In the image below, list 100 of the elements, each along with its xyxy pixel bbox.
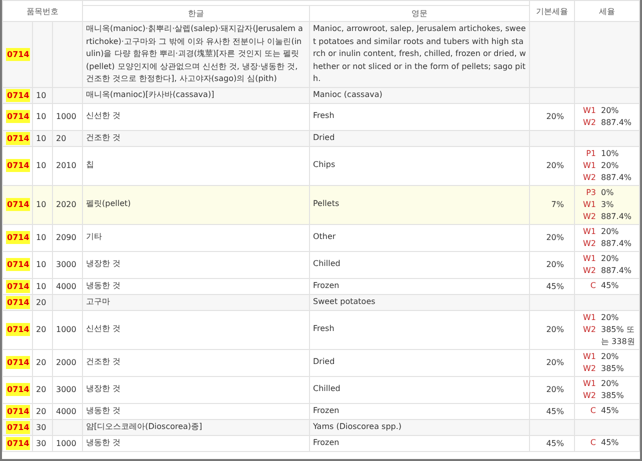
- korean-description: 냉동한 것: [86, 404, 122, 417]
- table-cell: 2010: [56, 161, 76, 170]
- english-description: Frozen: [313, 404, 340, 417]
- base-rate: 20%: [546, 233, 564, 242]
- rate-value: 20%: [601, 104, 619, 116]
- rate-code: W2: [582, 238, 596, 250]
- rate-code: C: [589, 437, 596, 449]
- rate-value: 0%: [601, 186, 614, 198]
- korean-description: 냉장한 것: [86, 383, 122, 396]
- rate-value: 20%: [601, 312, 619, 324]
- english-description: Chilled: [313, 258, 342, 270]
- table-cell: 4000: [56, 406, 76, 416]
- english-description: Sweet potatoes: [313, 296, 376, 308]
- heading-code: 0714: [6, 132, 30, 144]
- heading-code: 0714: [6, 198, 30, 211]
- rate-code: W2: [582, 390, 596, 402]
- table-cell: 10: [36, 134, 46, 142]
- column-header: 영문: [310, 6, 530, 22]
- base-rate: 45%: [546, 438, 564, 448]
- base-rate: 20%: [546, 260, 564, 269]
- table-cell: 1000: [56, 112, 76, 121]
- rate-code: W2: [582, 210, 596, 222]
- korean-description: 신선한 것: [86, 110, 122, 122]
- column-header: 품목번호: [2, 0, 82, 22]
- heading-code: 0714: [6, 356, 30, 369]
- rate-code: W1: [582, 160, 596, 172]
- korean-description: 건조한 것: [86, 356, 122, 368]
- korean-description: 칩: [86, 159, 95, 172]
- heading-code: 0714: [6, 296, 30, 308]
- rate-code: W2: [582, 362, 596, 374]
- rate-code: W2: [582, 324, 596, 336]
- rate-value: 45%: [601, 405, 619, 417]
- rate-code: C: [589, 405, 596, 417]
- rate-value: 887.4%: [601, 264, 632, 276]
- column-header: 기본세율: [530, 0, 574, 22]
- heading-code: 0714: [6, 159, 30, 172]
- base-rate: 20%: [546, 358, 564, 367]
- english-description: Other: [313, 231, 337, 244]
- base-rate: 20%: [546, 161, 564, 170]
- korean-description: 신선한 것: [86, 323, 122, 336]
- korean-description: 펠릿(pellet): [86, 198, 132, 210]
- table-cell: 10: [36, 282, 46, 290]
- rate-code: P1: [585, 148, 596, 160]
- rate-value: 887.4%: [601, 210, 632, 222]
- heading-code: 0714: [6, 404, 30, 418]
- english-description: Frozen: [313, 436, 340, 449]
- korean-description: 고구마: [86, 296, 111, 308]
- column-header: 한글: [82, 6, 310, 22]
- rate-code: W2: [582, 264, 596, 276]
- table-cell: 20: [36, 406, 46, 416]
- rate-code: C: [589, 280, 596, 292]
- korean-description: 매니옥(manioc)·칡뿌리·살렙(salep)·돼지감자(Jerusalem artichoke)·고구마와 그 밖에 이와 유사한 전분이나 이눌린(inulin)을 다량 함유한 뿌리·괴경(塊莖)[자른 것인지 또는 펠릿(pellet) 모양인지에 상관없으며 신선한 것, 냉장·냉동한 것, 건조한 것으로 한정한다], 사고야자(sago)의 심(pith): [86, 23, 304, 85]
- heading-code: 0714: [6, 280, 30, 292]
- table-cell: 10: [36, 90, 46, 100]
- rate-value: 45%: [601, 437, 619, 449]
- english-description: Yams (Dioscorea spp.): [313, 420, 403, 433]
- table-cell: 3000: [56, 385, 76, 394]
- rate-value: 20%: [601, 378, 619, 390]
- heading-code: 0714: [6, 323, 30, 336]
- table-cell: 4000: [56, 282, 76, 290]
- english-description: Manioc (cassava): [313, 88, 384, 101]
- table-cell: 20: [36, 358, 46, 367]
- rate-value: 20%: [601, 350, 619, 362]
- rate-code: P3: [585, 186, 596, 198]
- heading-code: 0714: [6, 383, 30, 396]
- table-cell: 20: [36, 385, 46, 394]
- heading-code: 0714: [6, 48, 30, 61]
- english-description: Fresh: [313, 110, 336, 122]
- rate-value: 887.4%: [601, 116, 632, 128]
- base-rate: 20%: [546, 325, 564, 334]
- table-cell: 3000: [56, 260, 76, 269]
- rate-value: 887.4%: [601, 238, 632, 250]
- base-rate: 45%: [546, 282, 564, 290]
- korean-description: 매니옥(manioc)[카사바(cassava)]: [86, 88, 216, 101]
- rate-value: 3%: [601, 198, 614, 210]
- heading-code: 0714: [6, 436, 30, 450]
- base-rate: 7%: [551, 200, 564, 209]
- rate-code: W2: [582, 172, 596, 184]
- table-cell: 1000: [56, 325, 76, 334]
- rate-value: 20%: [601, 226, 619, 238]
- korean-description: 냉동한 것: [86, 436, 122, 449]
- table-cell: 30: [36, 422, 46, 432]
- korean-description: 건조한 것: [86, 132, 122, 144]
- column-header: 세율: [574, 0, 640, 22]
- table-cell: 30: [36, 438, 46, 448]
- korean-description: 얌[디오스코레아(Dioscorea)종]: [86, 420, 204, 433]
- base-rate: 45%: [546, 406, 564, 416]
- korean-description: 냉동한 것: [86, 280, 122, 292]
- base-rate: 20%: [546, 112, 564, 121]
- rate-value: 385%: [601, 362, 624, 374]
- rate-value: 385% 또는 338원: [601, 324, 636, 348]
- table-cell: 20: [36, 325, 46, 334]
- english-description: Pellets: [313, 198, 340, 210]
- english-description: Frozen: [313, 280, 340, 292]
- rate-code: W2: [582, 116, 596, 128]
- table-cell: 10: [36, 233, 46, 242]
- english-description: Manioc, arrowroot, salep, Jerusalem artichokes, sweet potatoes and similar roots and tubers with high starch or inulin content, fresh, chilled, frozen or dried, whether or not sliced or in the form of pellets; sago pith.: [313, 23, 526, 85]
- table-cell: 10: [36, 260, 46, 269]
- heading-code: 0714: [6, 110, 30, 123]
- heading-code: 0714: [6, 258, 30, 271]
